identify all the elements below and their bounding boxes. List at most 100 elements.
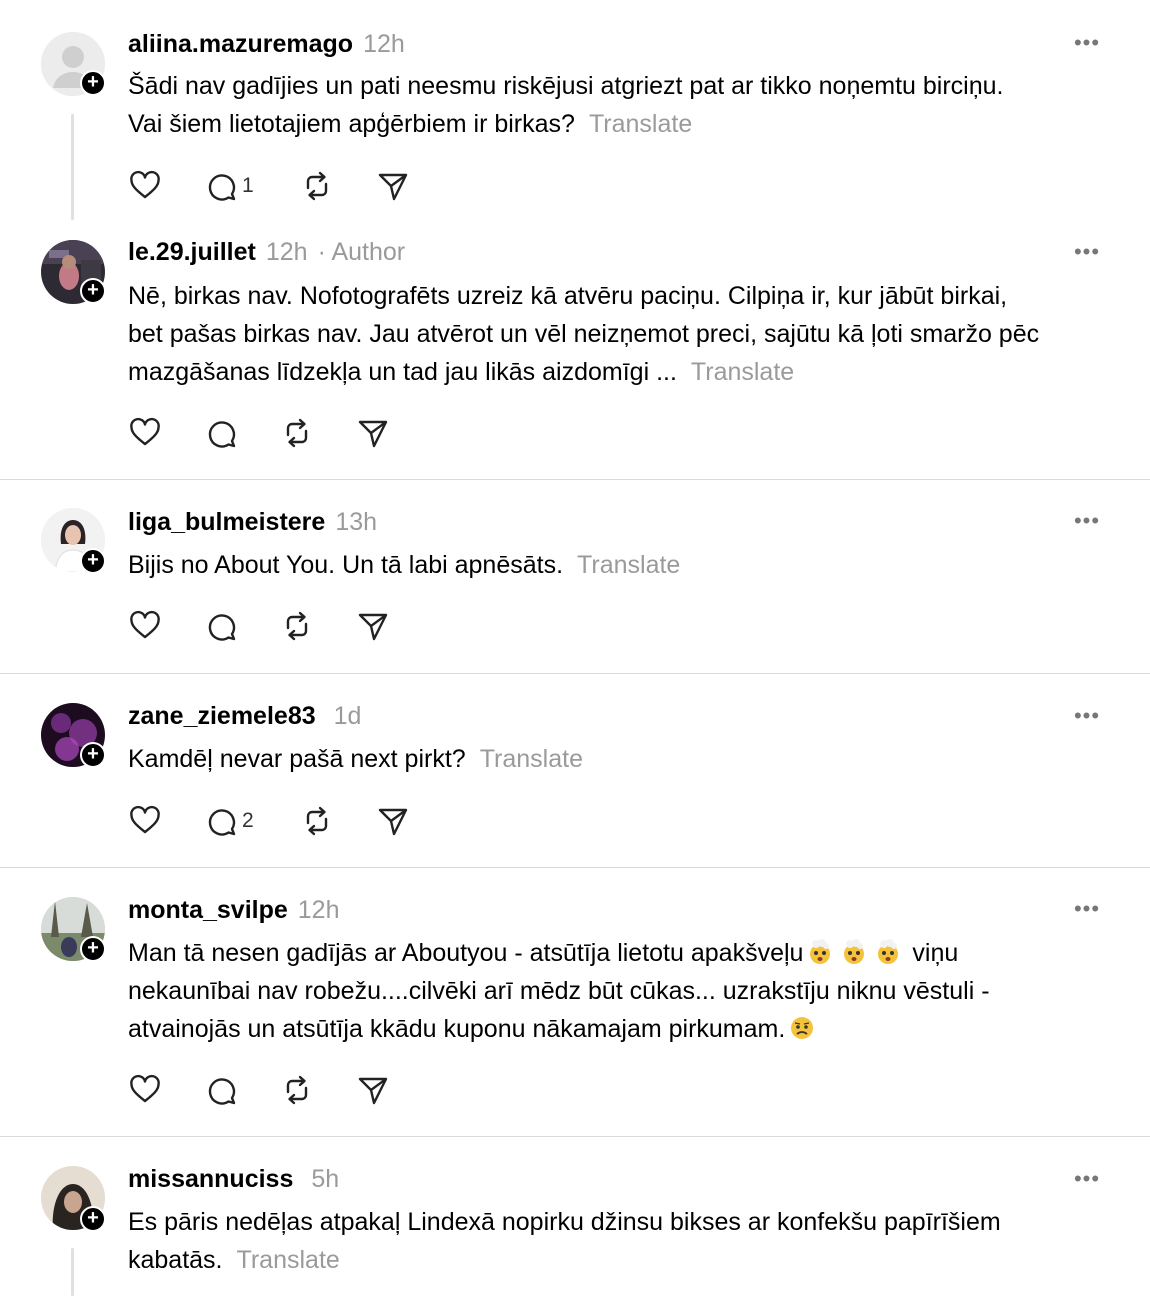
reply-button[interactable] xyxy=(204,1073,238,1107)
like-button[interactable] xyxy=(128,804,162,838)
comment-bubble-icon xyxy=(208,421,236,448)
follow-plus-icon[interactable]: + xyxy=(80,70,106,96)
text-line: Es pāris nedēļas atpakaļ Lindexā nopirku… xyxy=(128,1208,1001,1236)
translate-link[interactable]: Translate xyxy=(480,745,583,773)
share-button[interactable] xyxy=(376,804,410,838)
comment-text: Es pāris nedēļas atpakaļ Lindexā nopirku… xyxy=(128,1203,1113,1279)
reply-button[interactable]: 1 xyxy=(204,169,254,203)
comment-header: le.29.juillet 12h · Author xyxy=(128,237,405,267)
timestamp[interactable]: 12h xyxy=(363,30,405,58)
comment-text: Man tā nesen gadījās ar Aboutyou - atsūt… xyxy=(128,934,1113,1048)
timestamp[interactable]: 13h xyxy=(335,508,377,536)
like-button[interactable] xyxy=(128,169,162,203)
more-horizontal-icon[interactable]: ••• xyxy=(1073,28,1101,58)
send-icon xyxy=(378,173,408,201)
text-line: mazgāšanas līdzekļa un tad jau likās aiz… xyxy=(128,358,677,386)
thread-line xyxy=(71,114,74,220)
username[interactable]: zane_ziemele83 xyxy=(128,702,316,730)
heart-icon xyxy=(130,417,160,446)
divider xyxy=(0,673,1150,674)
reply-count: 2 xyxy=(242,809,254,832)
comment-text: Nē, birkas nav. Nofotografēts uzreiz kā … xyxy=(128,277,1113,391)
more-horizontal-icon[interactable]: ••• xyxy=(1073,894,1101,924)
reply-button[interactable] xyxy=(204,609,238,643)
send-icon xyxy=(378,808,408,836)
translate-link[interactable]: Translate xyxy=(589,110,692,138)
like-button[interactable] xyxy=(128,416,162,450)
share-button[interactable] xyxy=(356,1073,390,1107)
reply-button[interactable] xyxy=(204,416,238,450)
repost-icon xyxy=(286,611,308,641)
heart-icon xyxy=(130,610,160,639)
comment-header: liga_bulmeistere 13h xyxy=(128,507,377,537)
more-horizontal-icon[interactable]: ••• xyxy=(1073,701,1101,731)
text-line: Kamdēļ nevar pašā next pirkt? xyxy=(128,745,466,773)
share-button[interactable] xyxy=(356,609,390,643)
send-icon xyxy=(358,613,388,641)
thread-line xyxy=(71,1248,74,1296)
share-button[interactable] xyxy=(356,416,390,450)
comment-header: aliina.mazuremago 12h xyxy=(128,29,405,59)
repost-icon xyxy=(286,1075,308,1105)
text-line: Man tā nesen gadījās ar Aboutyou - atsūt… xyxy=(128,939,804,967)
translate-link[interactable]: Translate xyxy=(691,358,794,386)
more-horizontal-icon[interactable]: ••• xyxy=(1073,237,1101,267)
divider xyxy=(0,867,1150,868)
text-line: Bijis no About You. Un tā labi apnēsāts. xyxy=(128,551,564,579)
exploding-head-emoji-icon xyxy=(878,939,899,964)
follow-plus-icon[interactable]: + xyxy=(80,548,106,574)
repost-button[interactable] xyxy=(280,1073,314,1107)
repost-button[interactable] xyxy=(280,416,314,450)
divider xyxy=(0,479,1150,480)
username[interactable]: monta_svilpe xyxy=(128,896,288,924)
comment-bubble-icon xyxy=(208,1078,236,1105)
repost-icon xyxy=(286,418,308,448)
comment-bubble-icon xyxy=(208,174,236,201)
repost-icon xyxy=(306,171,328,201)
text-line: atvainojās un atsūtīja kkādu kuponu nāka… xyxy=(128,1015,786,1043)
author-label: · Author xyxy=(317,238,406,266)
heart-icon xyxy=(130,805,160,834)
repost-icon xyxy=(306,806,328,836)
text-line: kabatās. xyxy=(128,1246,223,1274)
follow-plus-icon[interactable]: + xyxy=(80,278,106,304)
share-button[interactable] xyxy=(376,169,410,203)
username[interactable]: aliina.mazuremago xyxy=(128,30,353,58)
timestamp[interactable]: 12h xyxy=(266,238,308,266)
username[interactable]: le.29.juillet xyxy=(128,238,256,266)
comment-text: Šādi nav gadījies un pati neesmu riskēju… xyxy=(128,67,1113,143)
username[interactable]: missannuciss xyxy=(128,1165,293,1193)
comment-bubble-icon xyxy=(208,614,236,641)
more-horizontal-icon[interactable]: ••• xyxy=(1073,506,1101,536)
translate-link[interactable]: Translate xyxy=(577,551,680,579)
heart-icon xyxy=(130,170,160,199)
reply-count: 1 xyxy=(242,174,254,197)
comment-text: Kamdēļ nevar pašā next pirkt? Translate xyxy=(128,740,1113,778)
translate-link[interactable]: Translate xyxy=(237,1246,340,1274)
repost-button[interactable] xyxy=(300,804,334,838)
follow-plus-icon[interactable]: + xyxy=(80,936,106,962)
text-line: Šādi nav gadījies un pati neesmu riskēju… xyxy=(128,72,1004,100)
follow-plus-icon[interactable]: + xyxy=(80,1206,106,1232)
comment-header: missannuciss 5h xyxy=(128,1164,339,1194)
like-button[interactable] xyxy=(128,609,162,643)
timestamp[interactable]: 1d xyxy=(334,702,362,730)
username[interactable]: liga_bulmeistere xyxy=(128,508,325,536)
reply-button[interactable]: 2 xyxy=(204,804,254,838)
like-button[interactable] xyxy=(128,1073,162,1107)
text-line: viņu xyxy=(912,939,959,967)
repost-button[interactable] xyxy=(280,609,314,643)
follow-plus-icon[interactable]: + xyxy=(80,742,106,768)
comment-bubble-icon xyxy=(208,809,236,836)
timestamp[interactable]: 5h xyxy=(311,1165,339,1193)
comment-text: Bijis no About You. Un tā labi apnēsāts.… xyxy=(128,546,1113,584)
repost-button[interactable] xyxy=(300,169,334,203)
more-horizontal-icon[interactable]: ••• xyxy=(1073,1164,1101,1194)
timestamp[interactable]: 12h xyxy=(298,896,340,924)
worried-face-emoji-icon xyxy=(791,1017,814,1039)
divider xyxy=(0,1136,1150,1137)
exploding-head-emoji-icon xyxy=(810,939,831,964)
comment-header: monta_svilpe 12h xyxy=(128,895,340,925)
text-line: bet pašas birkas nav. Jau atvērot un vēl… xyxy=(128,320,1040,348)
send-icon xyxy=(358,420,388,448)
